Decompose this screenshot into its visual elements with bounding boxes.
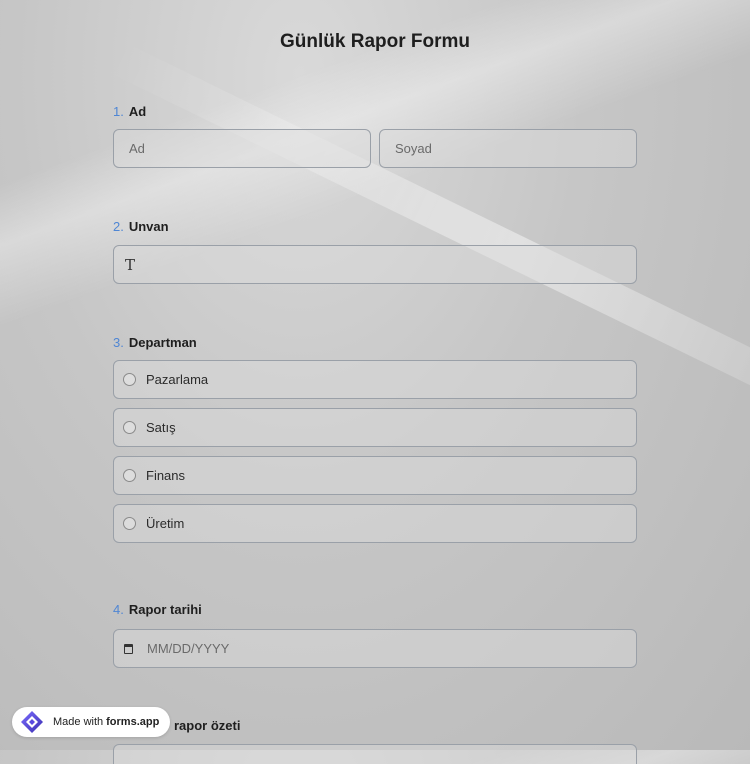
report-date-input[interactable]: MM/DD/YYYY [113,629,637,668]
radio-circle-icon[interactable] [123,373,136,386]
report-summary-input[interactable] [113,744,637,764]
radio-circle-icon[interactable] [123,517,136,530]
department-option-uretim[interactable]: Üretim [113,504,637,543]
radio-circle-icon[interactable] [123,421,136,434]
question-5-label: rapor özeti [174,718,241,733]
first-name-input[interactable]: Ad [113,129,371,168]
question-2-label: 2. Unvan [113,219,169,234]
title-input[interactable]: T [113,245,637,284]
department-option-satis[interactable]: Satış [113,408,637,447]
question-3-text: Departman [128,335,197,350]
option-label: Satış [146,420,176,435]
question-4-text: Rapor tarihi [128,602,202,617]
last-name-input[interactable]: Soyad [379,129,637,168]
question-4-label: 4. Rapor tarihi [113,602,202,617]
calendar-icon [124,643,133,654]
question-1-text: Ad [128,104,147,119]
department-option-finans[interactable]: Finans [113,456,637,495]
question-3-number: 3. [113,335,124,350]
text-icon: T [125,255,136,274]
option-label: Finans [146,468,186,483]
question-2-text: Unvan [128,219,169,234]
last-name-placeholder: Soyad [395,141,432,156]
question-1-label: 1. Ad [113,104,146,119]
forms-app-logo-icon [21,711,43,733]
badge-prefix: Made with [53,716,104,728]
question-3-label: 3. Departman [113,335,197,350]
question-2-number: 2. [113,219,124,234]
radio-circle-icon[interactable] [123,469,136,482]
option-label: Üretim [146,516,185,531]
question-1-number: 1. [113,104,124,119]
option-label: Pazarlama [146,372,209,387]
report-date-placeholder: MM/DD/YYYY [147,641,230,656]
department-option-pazarlama[interactable]: Pazarlama [113,360,637,399]
form-title: Günlük Rapor Formu [280,31,470,52]
first-name-placeholder: Ad [129,141,145,156]
badge-brand: forms.app [106,716,160,728]
made-with-badge[interactable]: Made with forms.app [12,707,170,737]
question-4-number: 4. [113,602,124,617]
